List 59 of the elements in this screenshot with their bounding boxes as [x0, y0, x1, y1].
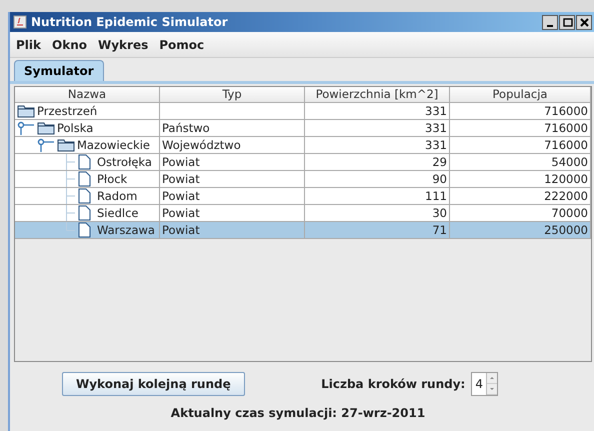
minimize-button[interactable]	[542, 14, 558, 30]
table-cell: 716000	[450, 103, 591, 120]
java-icon	[13, 15, 27, 29]
tree-label: Ostrołęka	[97, 154, 152, 170]
tree-label: Przestrzeń	[37, 103, 98, 119]
tree-cell[interactable]: Przestrzeń	[15, 103, 160, 120]
table-cell: Państwo	[160, 120, 305, 137]
tree-label: Polska	[57, 120, 94, 136]
table-cell: 30	[305, 205, 450, 222]
table-cell: 250000	[450, 222, 591, 239]
table-cell: Powiat	[160, 171, 305, 188]
tree-label: Siedlce	[97, 205, 138, 221]
tree-cell[interactable]: Warszawa	[15, 222, 160, 239]
table-cell: 331	[305, 137, 450, 154]
menu-item[interactable]: Pomoc	[159, 38, 204, 52]
table-cell: 111	[305, 188, 450, 205]
maximize-button[interactable]	[559, 14, 575, 30]
table-cell: 29	[305, 154, 450, 171]
tree-label: Płock	[97, 171, 128, 187]
table-cell: 716000	[450, 120, 591, 137]
close-icon	[578, 16, 590, 28]
table-cell: Powiat	[160, 205, 305, 222]
table-cell: 716000	[450, 137, 591, 154]
folder-icon	[17, 103, 35, 119]
menu-item[interactable]: Wykres	[98, 38, 148, 52]
table-cell: Powiat	[160, 154, 305, 171]
table-cell: 54000	[450, 154, 591, 171]
window-title: Nutrition Epidemic Simulator	[31, 15, 229, 29]
simulation-time: Aktualny czas symulacji: 27-wrz-2011	[170, 406, 426, 421]
tree-line-icon	[66, 154, 75, 170]
menu-item[interactable]: Plik	[16, 38, 42, 52]
tree-label: Warszawa	[97, 222, 155, 238]
steps-label: Liczba kroków rundy:	[321, 377, 466, 391]
table-cell: 70000	[450, 205, 591, 222]
table-cell: Powiat	[160, 188, 305, 205]
table-cell: 120000	[450, 171, 591, 188]
folder-icon	[37, 120, 55, 136]
table-cell: 222000	[450, 188, 591, 205]
tree-label: Radom	[97, 188, 138, 204]
table-cell: 71	[305, 222, 450, 239]
steps-spinner[interactable]: 4	[471, 372, 498, 396]
tree-line-icon	[66, 171, 75, 187]
tree-cell[interactable]: Polska	[15, 120, 160, 137]
table-cell: 331	[305, 120, 450, 137]
tree-line-icon	[66, 188, 75, 204]
expanded-handle-icon	[17, 120, 35, 136]
table-cell: Powiat	[160, 222, 305, 239]
tab[interactable]: Symulator	[14, 60, 104, 81]
table-cell: 331	[305, 103, 450, 120]
menu-item[interactable]: Okno	[52, 38, 87, 52]
run-round-button[interactable]: Wykonaj kolejną rundę	[62, 372, 245, 396]
maximize-icon	[562, 16, 572, 28]
minimize-icon	[547, 24, 553, 26]
close-button[interactable]	[576, 14, 592, 30]
table-cell: 90	[305, 171, 450, 188]
expanded-handle-icon	[37, 137, 55, 153]
table-cell: Województwo	[160, 137, 305, 154]
tree-label: Mazowieckie	[77, 137, 150, 153]
folder-icon	[57, 137, 75, 153]
